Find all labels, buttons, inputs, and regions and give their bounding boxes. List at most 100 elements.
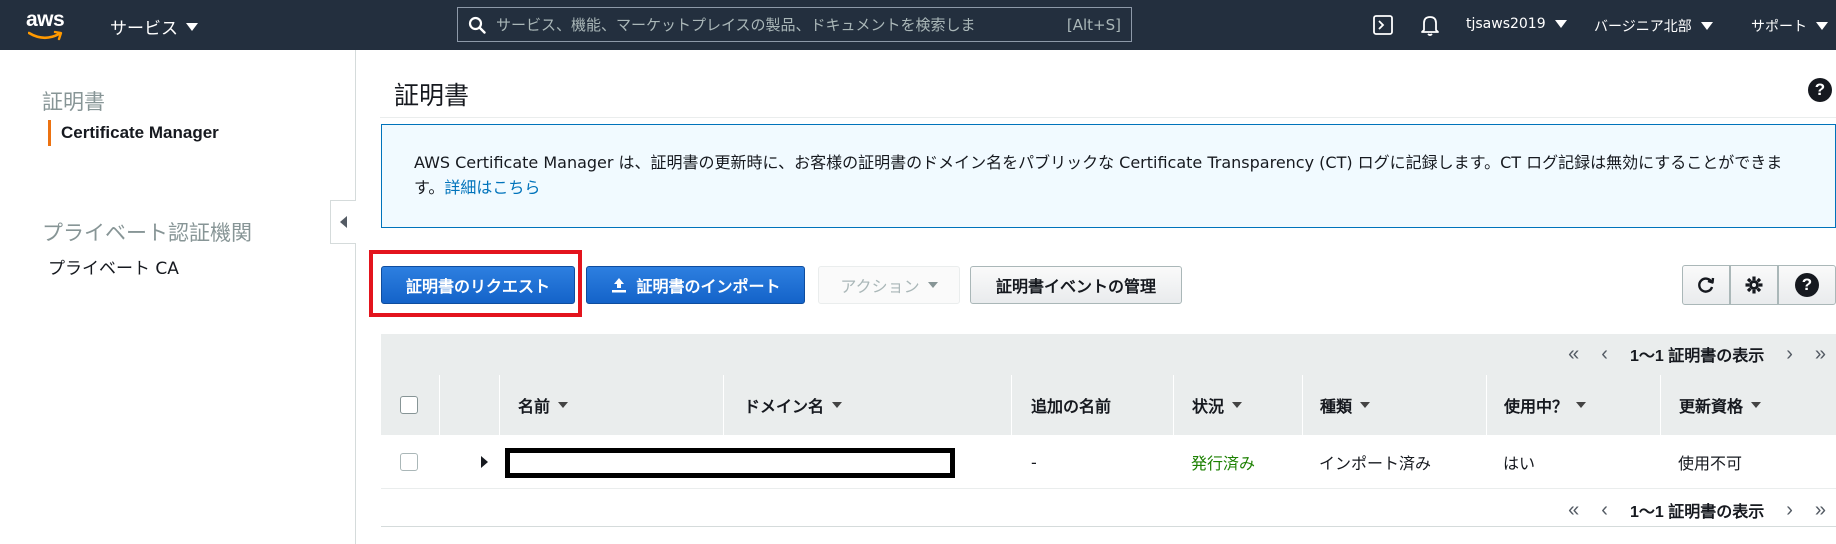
select-all-cell: [381, 375, 439, 435]
column-label-name: 名前: [518, 399, 551, 416]
aws-logo-text: aws: [26, 8, 65, 31]
refresh-icon: [1698, 277, 1715, 293]
chevron-down-icon: [927, 282, 938, 288]
table-bottom-divider: [381, 526, 1836, 527]
row-checkbox[interactable]: [400, 453, 418, 471]
next-page-icon[interactable]: ›: [1786, 343, 1793, 366]
last-page-icon[interactable]: »: [1815, 499, 1826, 522]
column-label-in-use: 使用中？: [1504, 399, 1569, 416]
actions-label: アクション: [840, 277, 920, 296]
search-bar[interactable]: [Alt+S]: [457, 7, 1132, 42]
account-label: tjsaws2019: [1466, 16, 1546, 32]
bell-icon: [1421, 16, 1439, 36]
chevron-down-icon: [186, 22, 198, 31]
pagination-label: 1〜1 証明書の表示: [1629, 348, 1765, 365]
sidebar-item-certificate-manager[interactable]: Certificate Manager: [48, 120, 219, 146]
last-page-icon[interactable]: »: [1815, 343, 1826, 366]
table-header-row: 名前 ドメイン名 追加の名前 状況 種類 使用中？ 更新資格: [381, 375, 1836, 435]
sort-icon: [1232, 402, 1243, 408]
sort-icon: [832, 402, 843, 408]
column-label-type: 種類: [1320, 399, 1353, 416]
pagination-bottom: « ‹ 1〜1 証明書の表示 › »: [1568, 498, 1826, 522]
sort-icon: [1576, 402, 1587, 408]
learn-more-link[interactable]: 詳細はこちら: [444, 178, 540, 197]
next-page-icon[interactable]: ›: [1786, 499, 1793, 522]
help-icon[interactable]: ?: [1808, 78, 1832, 102]
support-label: サポート: [1751, 19, 1807, 35]
region-label: バージニア北部: [1594, 19, 1692, 35]
column-header-additional-names: 追加の名前: [1011, 375, 1173, 435]
sort-icon: [1751, 402, 1762, 408]
search-icon: [468, 16, 486, 34]
services-menu[interactable]: サービス: [110, 14, 198, 39]
column-header-type[interactable]: 種類: [1302, 375, 1486, 435]
refresh-button[interactable]: [1682, 265, 1730, 305]
help-icon: ?: [1795, 273, 1819, 297]
chevron-down-icon: [1816, 22, 1828, 30]
pagination-top: « ‹ 1〜1 証明書の表示 › »: [1568, 342, 1826, 366]
previous-page-icon[interactable]: ‹: [1601, 499, 1608, 522]
collapse-left-icon: [340, 216, 347, 228]
row-expand-cell[interactable]: [465, 435, 488, 489]
manage-certificate-events-button[interactable]: 証明書イベントの管理: [970, 266, 1182, 304]
column-header-name[interactable]: 名前: [499, 375, 723, 435]
column-header-in-use[interactable]: 使用中？: [1486, 375, 1660, 435]
row-select-cell: [381, 435, 418, 489]
pagination-label: 1〜1 証明書の表示: [1629, 504, 1765, 521]
sidebar-collapse-button[interactable]: [330, 200, 356, 244]
first-page-icon[interactable]: «: [1568, 343, 1579, 366]
search-input[interactable]: [496, 15, 1059, 34]
expand-column-header: [439, 375, 499, 435]
table-help-button[interactable]: ?: [1778, 265, 1836, 305]
upload-icon: [612, 278, 627, 293]
column-header-status[interactable]: 状況: [1173, 375, 1302, 435]
aws-smile-icon: [28, 30, 63, 41]
select-all-checkbox[interactable]: [400, 396, 418, 414]
column-label-status: 状況: [1192, 399, 1225, 416]
sidebar: 証明書 Certificate Manager プライベート認証機関 プライベー…: [0, 50, 356, 544]
sidebar-section-private-ca: プライベート認証機関: [42, 221, 252, 245]
column-label-additional: 追加の名前: [1031, 399, 1112, 416]
top-navigation-bar: aws サービス [Alt+S] tjsaws2019 バージニア北部: [0, 0, 1836, 50]
cloudshell-button[interactable]: [1372, 14, 1394, 36]
notifications-button[interactable]: [1419, 13, 1441, 37]
actions-dropdown[interactable]: アクション: [818, 266, 960, 304]
request-certificate-label: 証明書のリクエスト: [405, 279, 550, 296]
ct-logging-info-box: AWS Certificate Manager は、証明書の更新時に、お客様の証…: [381, 124, 1836, 228]
settings-button[interactable]: [1730, 265, 1778, 305]
row-type-cell: インポート済み: [1319, 454, 1432, 473]
support-menu[interactable]: サポート: [1751, 16, 1828, 36]
gear-icon: [1745, 276, 1763, 294]
account-menu[interactable]: tjsaws2019: [1466, 16, 1567, 32]
manage-events-label: 証明書イベントの管理: [995, 279, 1156, 296]
column-label-renewal: 更新資格: [1679, 399, 1744, 416]
search-shortcut-hint: [Alt+S]: [1066, 15, 1121, 34]
title-divider: [380, 117, 1836, 118]
redaction-box: [505, 448, 955, 478]
chevron-down-icon: [1700, 22, 1713, 30]
column-header-domain[interactable]: ドメイン名: [723, 375, 1011, 435]
previous-page-icon[interactable]: ‹: [1601, 343, 1608, 366]
sidebar-item-private-ca[interactable]: プライベート CA: [48, 254, 179, 279]
region-menu[interactable]: バージニア北部: [1594, 16, 1713, 36]
row-status-cell: 発行済み: [1191, 454, 1256, 473]
sort-icon: [1360, 402, 1371, 408]
column-label-domain: ドメイン名: [744, 399, 825, 416]
cloudshell-icon: [1373, 15, 1393, 35]
first-page-icon[interactable]: «: [1568, 499, 1579, 522]
expand-row-icon: [481, 456, 488, 468]
row-in-use-cell: はい: [1503, 454, 1536, 473]
sidebar-section-certificates: 証明書: [42, 90, 105, 114]
request-certificate-button[interactable]: 証明書のリクエスト: [381, 266, 575, 304]
services-label: サービス: [110, 19, 178, 39]
row-renewal-cell: 使用不可: [1678, 454, 1743, 473]
column-header-renewal-eligibility[interactable]: 更新資格: [1660, 375, 1836, 435]
sort-icon: [558, 402, 569, 408]
row-additional-names-cell: -: [1031, 452, 1037, 472]
chevron-down-icon: [1554, 20, 1567, 28]
import-certificate-label: 証明書のインポート: [636, 279, 781, 296]
page-title: 証明書: [394, 81, 470, 110]
info-text: AWS Certificate Manager は、証明書の更新時に、お客様の証…: [414, 153, 1783, 197]
aws-logo[interactable]: aws: [26, 8, 70, 42]
import-certificate-button[interactable]: 証明書のインポート: [586, 266, 805, 304]
